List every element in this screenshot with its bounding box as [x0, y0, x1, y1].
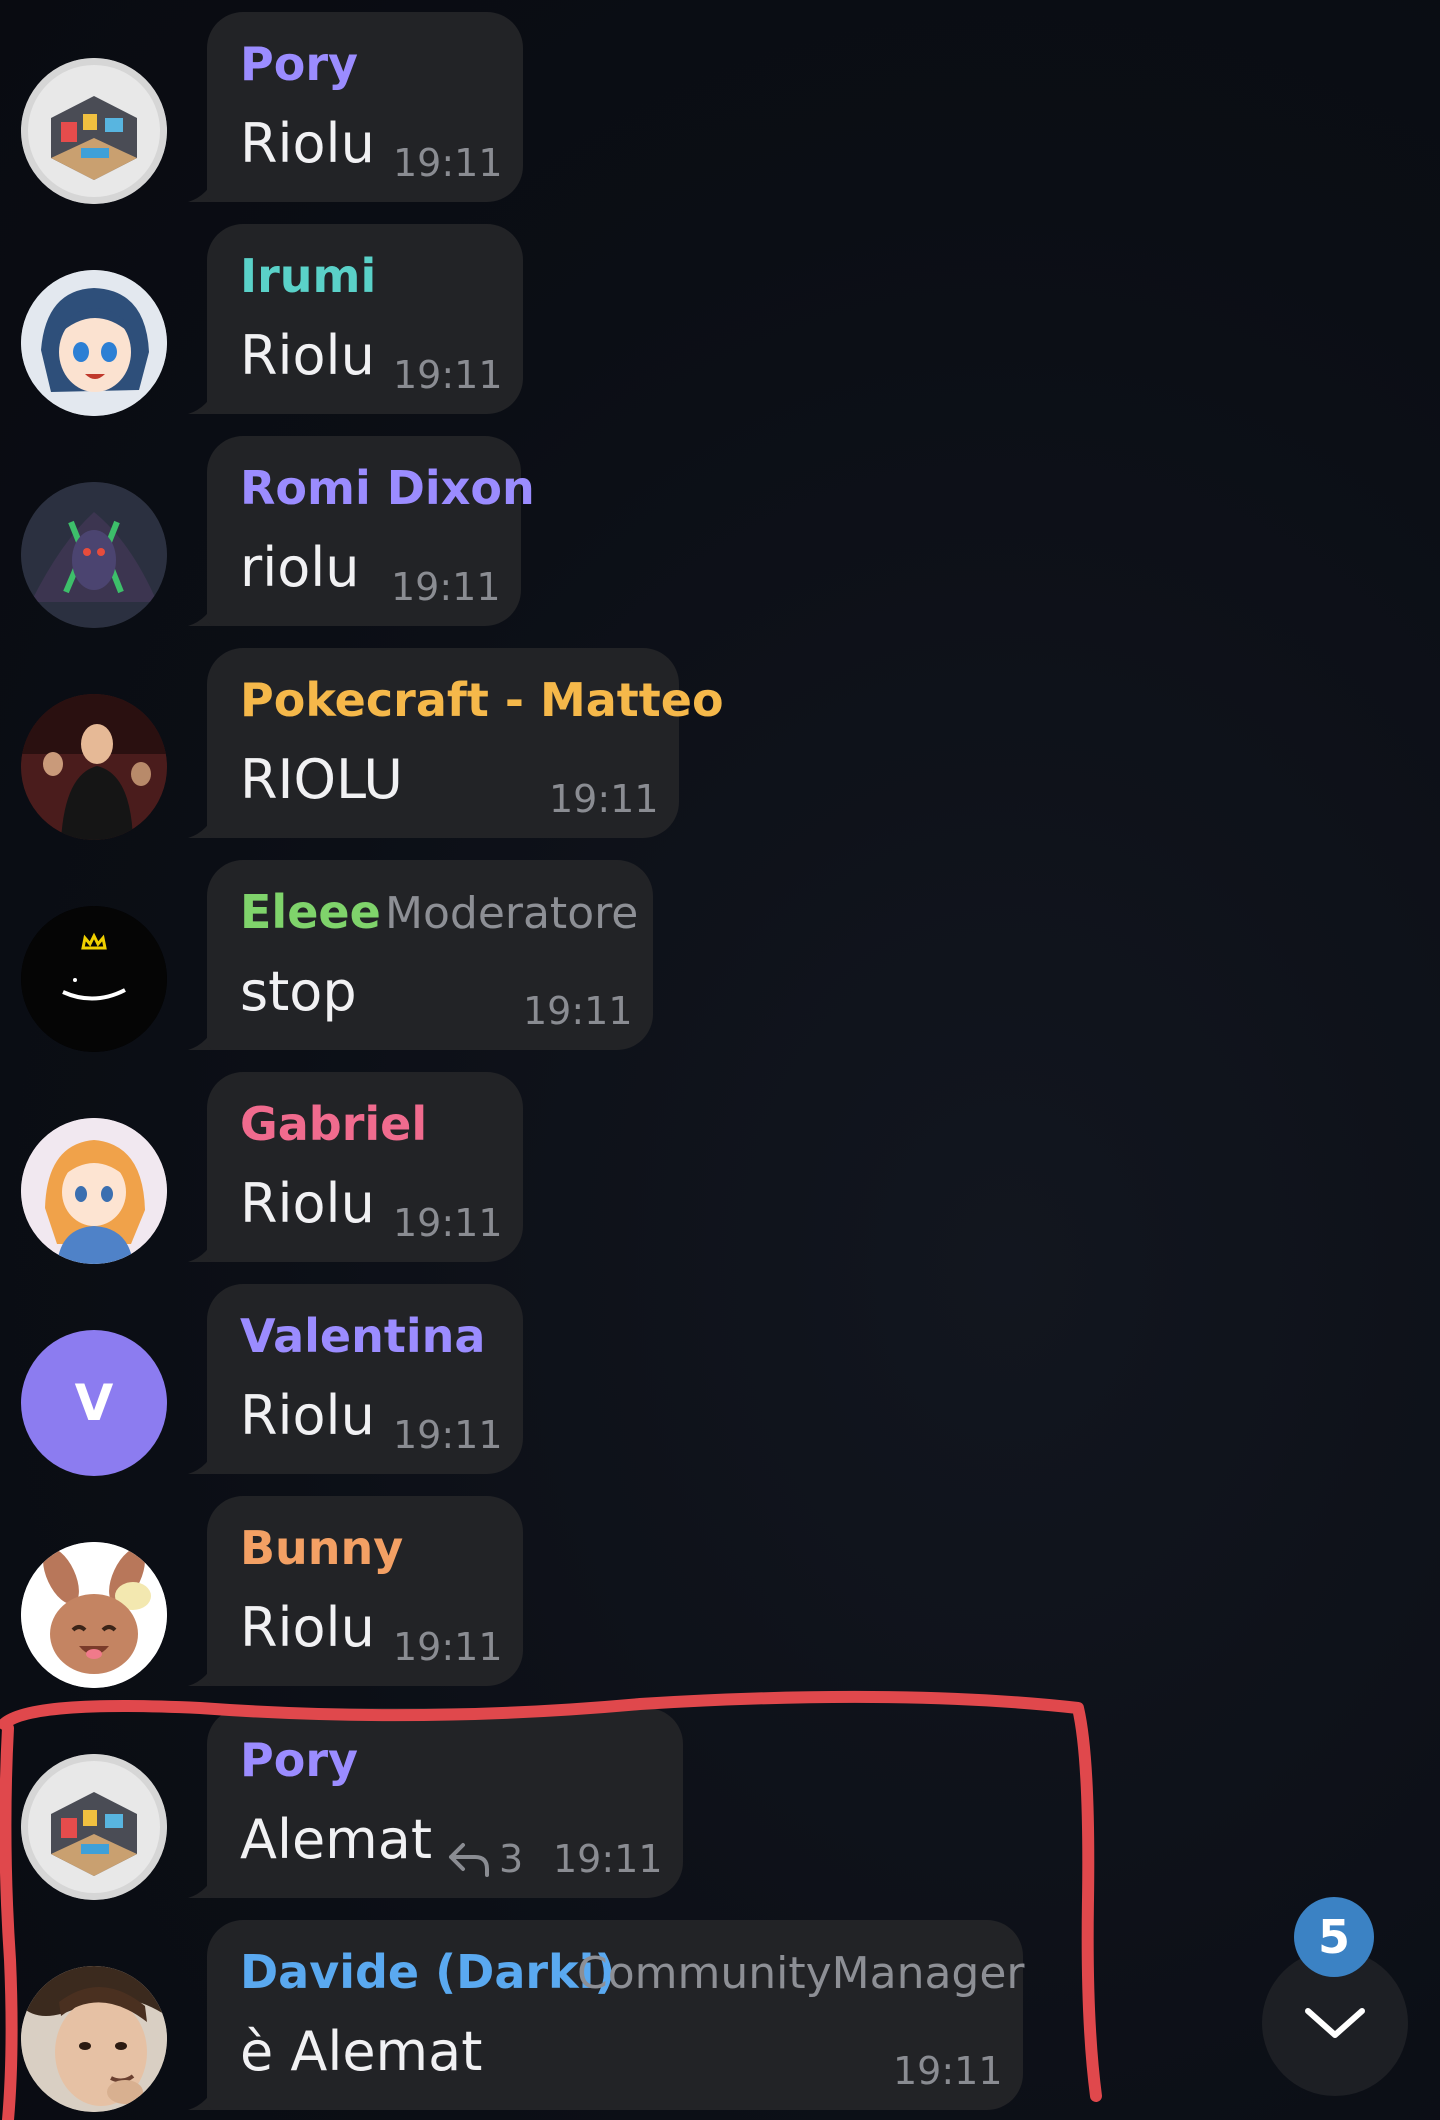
- avatar[interactable]: [21, 270, 167, 416]
- message-time: 19:11: [393, 1413, 503, 1457]
- avatar[interactable]: [21, 482, 167, 628]
- message-time: 19:11: [893, 2049, 1003, 2093]
- message-text: è Alemat: [240, 2020, 483, 2083]
- man-photo-avatar-icon: [21, 1966, 167, 2112]
- message-bubble[interactable]: Eleee Moderatore stop 19:11: [207, 860, 653, 1050]
- message-text: Riolu: [240, 1384, 375, 1447]
- message[interactable]: Pokecraft - Matteo RIOLU 19:11: [0, 648, 1100, 848]
- message-text: Riolu: [240, 324, 375, 387]
- chat-area: Pory Riolu 19:11 Irumi Riolu 19:11 Romi …: [0, 0, 1440, 2120]
- message-text: Riolu: [240, 112, 375, 175]
- message-time: 19:11: [553, 1837, 663, 1881]
- avatar[interactable]: [21, 1118, 167, 1264]
- sender-name[interactable]: Eleee: [240, 884, 381, 940]
- message[interactable]: Davide (Darki) CommunityManager è Alemat…: [0, 1920, 1100, 2120]
- avatar[interactable]: V: [21, 1330, 167, 1476]
- message[interactable]: Pory Alemat 3 19:11: [0, 1708, 1100, 1908]
- message-bubble[interactable]: Pory Alemat 3 19:11: [207, 1708, 683, 1898]
- message-text: Alemat: [240, 1808, 433, 1871]
- message-bubble[interactable]: Gabriel Riolu 19:11: [207, 1072, 523, 1262]
- role-badge: Moderatore: [385, 888, 639, 939]
- message-time: 19:11: [393, 141, 503, 185]
- anime-girl-orange-hair-avatar-icon: [21, 1118, 167, 1264]
- bunny-avatar-icon: [21, 1542, 167, 1688]
- message-time: 19:11: [523, 989, 633, 1033]
- avatar[interactable]: [21, 1966, 167, 2112]
- avatar[interactable]: [21, 58, 167, 204]
- message[interactable]: Pory Riolu 19:11: [0, 12, 1100, 212]
- pory-room-avatar-icon: [21, 58, 167, 204]
- message-text: RIOLU: [240, 748, 403, 811]
- message-bubble[interactable]: Pokecraft - Matteo RIOLU 19:11: [207, 648, 724, 838]
- unread-count-badge: 5: [1294, 1897, 1374, 1977]
- message[interactable]: Bunny Riolu 19:11: [0, 1496, 1100, 1696]
- message[interactable]: Romi Dixon riolu 19:11: [0, 436, 1100, 636]
- avatar-initial: V: [74, 1374, 114, 1432]
- message-text: stop: [240, 960, 357, 1023]
- avatar[interactable]: [21, 906, 167, 1052]
- message-time: 19:11: [393, 353, 503, 397]
- message-bubble[interactable]: Irumi Riolu 19:11: [207, 224, 523, 414]
- message[interactable]: Gabriel Riolu 19:11: [0, 1072, 1100, 1272]
- message-bubble[interactable]: Valentina Riolu 19:11: [207, 1284, 523, 1474]
- message-time: 19:11: [549, 777, 659, 821]
- message[interactable]: V Valentina Riolu 19:11: [0, 1284, 1100, 1484]
- message-text: Riolu: [240, 1596, 375, 1659]
- sender-name[interactable]: Pokecraft - Matteo: [240, 672, 724, 728]
- sender-name[interactable]: Davide (Darki): [240, 1944, 615, 2000]
- message-text: Riolu: [240, 1172, 375, 1235]
- sender-name[interactable]: Romi Dixon: [240, 460, 535, 516]
- sender-name[interactable]: Bunny: [240, 1520, 403, 1576]
- message-time: 19:11: [391, 565, 501, 609]
- message-text: riolu: [240, 536, 360, 599]
- message-time: 19:11: [393, 1201, 503, 1245]
- chevron-down-icon: [1305, 2008, 1365, 2038]
- anime-girl-blue-hair-avatar-icon: [21, 270, 167, 416]
- sender-name[interactable]: Gabriel: [240, 1096, 427, 1152]
- role-badge: CommunityManager: [577, 1948, 1025, 1999]
- sender-name[interactable]: Valentina: [240, 1308, 485, 1364]
- man-in-suit-avatar-icon: [21, 694, 167, 840]
- message[interactable]: Irumi Riolu 19:11: [0, 224, 1100, 424]
- reply-count: 3: [499, 1837, 524, 1881]
- avatar[interactable]: [21, 1754, 167, 1900]
- sender-name[interactable]: Pory: [240, 36, 358, 92]
- smile-crown-avatar-icon: [21, 906, 167, 1052]
- dark-creature-avatar-icon: [21, 482, 167, 628]
- avatar[interactable]: [21, 1542, 167, 1688]
- reply-arrow-icon: [449, 1843, 489, 1877]
- sender-name[interactable]: Pory: [240, 1732, 358, 1788]
- message-bubble[interactable]: Romi Dixon riolu 19:11: [207, 436, 535, 626]
- message-bubble[interactable]: Pory Riolu 19:11: [207, 12, 523, 202]
- message[interactable]: Eleee Moderatore stop 19:11: [0, 860, 1100, 1060]
- message-bubble[interactable]: Bunny Riolu 19:11: [207, 1496, 523, 1686]
- sender-name[interactable]: Irumi: [240, 248, 376, 304]
- message-time: 19:11: [393, 1625, 503, 1669]
- replies-indicator[interactable]: 3: [447, 1836, 523, 1882]
- pory-room-avatar-icon: [21, 1754, 167, 1900]
- message-bubble[interactable]: Davide (Darki) CommunityManager è Alemat…: [207, 1920, 1025, 2110]
- avatar[interactable]: [21, 694, 167, 840]
